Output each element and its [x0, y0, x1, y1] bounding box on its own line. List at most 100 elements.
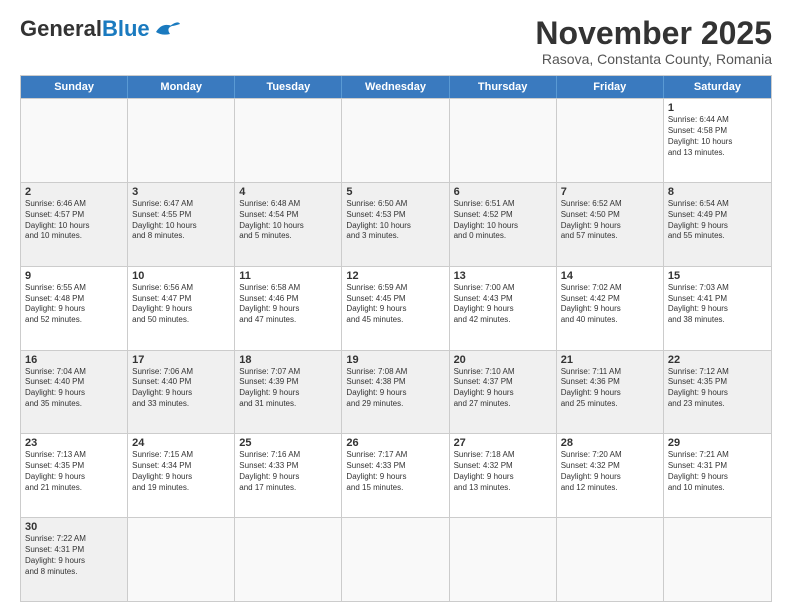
day-info: Sunrise: 7:16 AM Sunset: 4:33 PM Dayligh… — [239, 450, 337, 493]
calendar-cell: 5Sunrise: 6:50 AM Sunset: 4:53 PM Daylig… — [342, 183, 449, 266]
day-info: Sunrise: 6:54 AM Sunset: 4:49 PM Dayligh… — [668, 199, 767, 242]
subtitle: Rasova, Constanta County, Romania — [535, 51, 772, 67]
calendar-cell: 20Sunrise: 7:10 AM Sunset: 4:37 PM Dayli… — [450, 351, 557, 434]
day-number: 14 — [561, 270, 659, 282]
day-number: 20 — [454, 354, 552, 366]
day-number: 11 — [239, 270, 337, 282]
page: General Blue November 2025 Rasova, Const… — [0, 0, 792, 612]
calendar-cell — [342, 518, 449, 601]
day-info: Sunrise: 7:13 AM Sunset: 4:35 PM Dayligh… — [25, 450, 123, 493]
day-info: Sunrise: 7:11 AM Sunset: 4:36 PM Dayligh… — [561, 367, 659, 410]
day-number: 21 — [561, 354, 659, 366]
calendar-body: 1Sunrise: 6:44 AM Sunset: 4:58 PM Daylig… — [21, 98, 771, 601]
calendar-cell: 7Sunrise: 6:52 AM Sunset: 4:50 PM Daylig… — [557, 183, 664, 266]
calendar-cell: 27Sunrise: 7:18 AM Sunset: 4:32 PM Dayli… — [450, 434, 557, 517]
calendar-cell: 13Sunrise: 7:00 AM Sunset: 4:43 PM Dayli… — [450, 267, 557, 350]
header-day-tuesday: Tuesday — [235, 76, 342, 98]
calendar-cell: 15Sunrise: 7:03 AM Sunset: 4:41 PM Dayli… — [664, 267, 771, 350]
calendar-cell: 23Sunrise: 7:13 AM Sunset: 4:35 PM Dayli… — [21, 434, 128, 517]
day-number: 7 — [561, 186, 659, 198]
day-number: 6 — [454, 186, 552, 198]
day-number: 25 — [239, 437, 337, 449]
day-info: Sunrise: 6:44 AM Sunset: 4:58 PM Dayligh… — [668, 115, 767, 158]
calendar-cell: 30Sunrise: 7:22 AM Sunset: 4:31 PM Dayli… — [21, 518, 128, 601]
calendar-cell: 9Sunrise: 6:55 AM Sunset: 4:48 PM Daylig… — [21, 267, 128, 350]
calendar-cell: 8Sunrise: 6:54 AM Sunset: 4:49 PM Daylig… — [664, 183, 771, 266]
day-number: 10 — [132, 270, 230, 282]
calendar-cell — [342, 99, 449, 182]
day-info: Sunrise: 6:46 AM Sunset: 4:57 PM Dayligh… — [25, 199, 123, 242]
calendar-cell: 18Sunrise: 7:07 AM Sunset: 4:39 PM Dayli… — [235, 351, 342, 434]
calendar-cell: 24Sunrise: 7:15 AM Sunset: 4:34 PM Dayli… — [128, 434, 235, 517]
day-info: Sunrise: 7:00 AM Sunset: 4:43 PM Dayligh… — [454, 283, 552, 326]
header-day-saturday: Saturday — [664, 76, 771, 98]
day-number: 26 — [346, 437, 444, 449]
calendar-cell: 12Sunrise: 6:59 AM Sunset: 4:45 PM Dayli… — [342, 267, 449, 350]
month-title: November 2025 — [535, 16, 772, 51]
day-number: 4 — [239, 186, 337, 198]
day-number: 17 — [132, 354, 230, 366]
day-number: 1 — [668, 102, 767, 114]
calendar-cell: 4Sunrise: 6:48 AM Sunset: 4:54 PM Daylig… — [235, 183, 342, 266]
calendar-week-3: 16Sunrise: 7:04 AM Sunset: 4:40 PM Dayli… — [21, 350, 771, 434]
day-info: Sunrise: 6:50 AM Sunset: 4:53 PM Dayligh… — [346, 199, 444, 242]
day-number: 8 — [668, 186, 767, 198]
day-number: 24 — [132, 437, 230, 449]
day-info: Sunrise: 7:06 AM Sunset: 4:40 PM Dayligh… — [132, 367, 230, 410]
calendar-cell: 2Sunrise: 6:46 AM Sunset: 4:57 PM Daylig… — [21, 183, 128, 266]
day-info: Sunrise: 7:10 AM Sunset: 4:37 PM Dayligh… — [454, 367, 552, 410]
calendar-week-0: 1Sunrise: 6:44 AM Sunset: 4:58 PM Daylig… — [21, 98, 771, 182]
day-number: 27 — [454, 437, 552, 449]
day-number: 9 — [25, 270, 123, 282]
day-info: Sunrise: 7:03 AM Sunset: 4:41 PM Dayligh… — [668, 283, 767, 326]
header-day-friday: Friday — [557, 76, 664, 98]
calendar-week-5: 30Sunrise: 7:22 AM Sunset: 4:31 PM Dayli… — [21, 517, 771, 601]
header-day-monday: Monday — [128, 76, 235, 98]
day-number: 2 — [25, 186, 123, 198]
day-info: Sunrise: 7:22 AM Sunset: 4:31 PM Dayligh… — [25, 534, 123, 577]
day-info: Sunrise: 7:18 AM Sunset: 4:32 PM Dayligh… — [454, 450, 552, 493]
header-day-wednesday: Wednesday — [342, 76, 449, 98]
calendar-cell — [664, 518, 771, 601]
calendar-week-2: 9Sunrise: 6:55 AM Sunset: 4:48 PM Daylig… — [21, 266, 771, 350]
logo: General Blue — [20, 16, 180, 42]
calendar-week-1: 2Sunrise: 6:46 AM Sunset: 4:57 PM Daylig… — [21, 182, 771, 266]
day-number: 30 — [25, 521, 123, 533]
calendar-cell: 25Sunrise: 7:16 AM Sunset: 4:33 PM Dayli… — [235, 434, 342, 517]
calendar-cell: 6Sunrise: 6:51 AM Sunset: 4:52 PM Daylig… — [450, 183, 557, 266]
calendar-cell — [450, 99, 557, 182]
title-area: November 2025 Rasova, Constanta County, … — [535, 16, 772, 67]
calendar-cell: 17Sunrise: 7:06 AM Sunset: 4:40 PM Dayli… — [128, 351, 235, 434]
header: General Blue November 2025 Rasova, Const… — [20, 16, 772, 67]
calendar-cell: 16Sunrise: 7:04 AM Sunset: 4:40 PM Dayli… — [21, 351, 128, 434]
calendar-cell — [128, 99, 235, 182]
day-info: Sunrise: 6:52 AM Sunset: 4:50 PM Dayligh… — [561, 199, 659, 242]
day-number: 28 — [561, 437, 659, 449]
day-number: 12 — [346, 270, 444, 282]
calendar-cell: 21Sunrise: 7:11 AM Sunset: 4:36 PM Dayli… — [557, 351, 664, 434]
calendar-week-4: 23Sunrise: 7:13 AM Sunset: 4:35 PM Dayli… — [21, 433, 771, 517]
logo-general-text: General — [20, 16, 102, 42]
day-info: Sunrise: 7:20 AM Sunset: 4:32 PM Dayligh… — [561, 450, 659, 493]
day-info: Sunrise: 7:12 AM Sunset: 4:35 PM Dayligh… — [668, 367, 767, 410]
day-number: 19 — [346, 354, 444, 366]
day-number: 29 — [668, 437, 767, 449]
calendar-cell: 19Sunrise: 7:08 AM Sunset: 4:38 PM Dayli… — [342, 351, 449, 434]
day-info: Sunrise: 7:02 AM Sunset: 4:42 PM Dayligh… — [561, 283, 659, 326]
day-number: 23 — [25, 437, 123, 449]
day-number: 15 — [668, 270, 767, 282]
calendar-cell: 11Sunrise: 6:58 AM Sunset: 4:46 PM Dayli… — [235, 267, 342, 350]
calendar-cell: 29Sunrise: 7:21 AM Sunset: 4:31 PM Dayli… — [664, 434, 771, 517]
calendar-cell — [235, 518, 342, 601]
day-number: 5 — [346, 186, 444, 198]
day-info: Sunrise: 7:04 AM Sunset: 4:40 PM Dayligh… — [25, 367, 123, 410]
calendar-cell — [557, 99, 664, 182]
day-info: Sunrise: 6:58 AM Sunset: 4:46 PM Dayligh… — [239, 283, 337, 326]
logo-bird-icon — [152, 18, 180, 40]
calendar-cell — [21, 99, 128, 182]
calendar-cell — [557, 518, 664, 601]
calendar-cell: 10Sunrise: 6:56 AM Sunset: 4:47 PM Dayli… — [128, 267, 235, 350]
day-number: 22 — [668, 354, 767, 366]
calendar-cell: 22Sunrise: 7:12 AM Sunset: 4:35 PM Dayli… — [664, 351, 771, 434]
calendar-header: SundayMondayTuesdayWednesdayThursdayFrid… — [21, 76, 771, 98]
